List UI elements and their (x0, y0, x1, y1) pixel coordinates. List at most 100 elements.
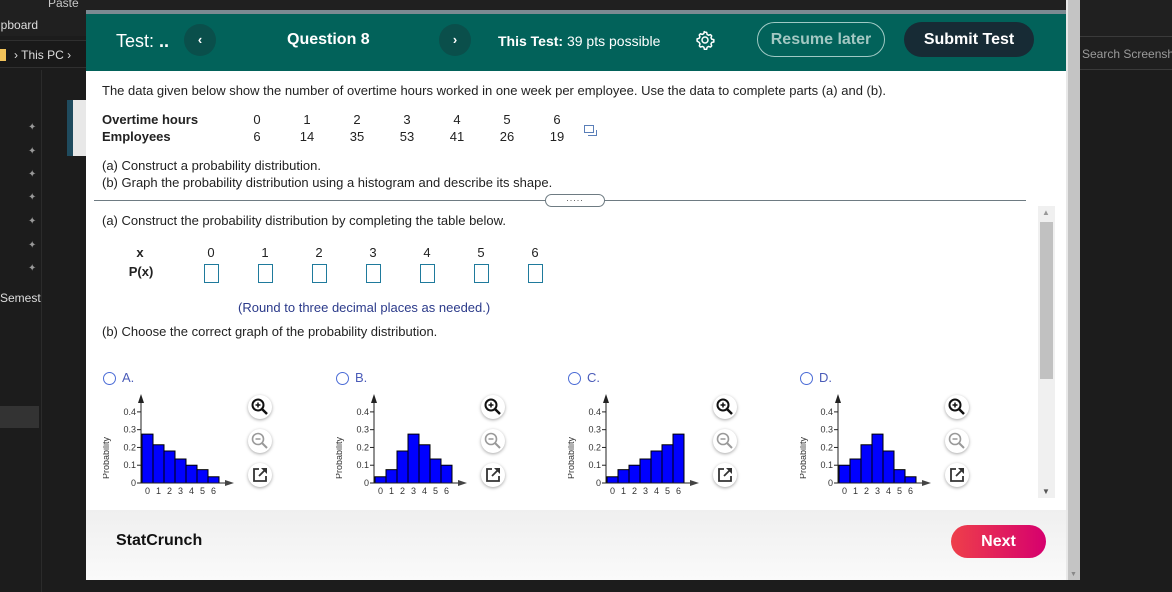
nav-item-semester[interactable]: Semest (0, 291, 41, 305)
y-tick-label: 0.3 (820, 425, 833, 435)
pin-icon[interactable]: ✦ (28, 122, 36, 133)
option-b[interactable]: B. Probability 0 1 2 3 4 5 6 0 0.1 0.2 0.3 0.4 (336, 366, 556, 511)
x-tick-label: 3 (411, 486, 416, 496)
hours-cell: 5 (503, 112, 511, 127)
zoom-out-icon[interactable] (945, 429, 969, 453)
option-label[interactable]: A. (122, 370, 134, 385)
resume-later-button[interactable]: Resume later (757, 22, 885, 57)
statcrunch-link[interactable]: StatCrunch (116, 532, 202, 550)
explorer-nav-pane: ✦ ✦ ✦ ✦ ✦ ✦ ✦ (0, 70, 42, 592)
y-tick-label: 0.2 (588, 442, 601, 452)
paste-label[interactable]: Paste (48, 0, 79, 10)
previous-question-button[interactable]: ‹ (184, 24, 216, 56)
copy-data-icon[interactable] (584, 125, 597, 136)
zoom-in-icon[interactable] (945, 395, 969, 419)
scroll-down-icon[interactable]: ▼ (1042, 487, 1050, 496)
open-external-icon[interactable] (945, 463, 969, 487)
radio-button[interactable] (800, 372, 813, 385)
histogram-bar (871, 433, 884, 484)
open-external-icon[interactable] (248, 463, 272, 487)
scrollbar-thumb[interactable] (1040, 222, 1053, 379)
histogram-bar (385, 469, 398, 484)
probability-input[interactable] (204, 264, 219, 283)
radio-button[interactable] (336, 372, 349, 385)
zoom-out-icon[interactable] (713, 429, 737, 453)
pin-icon[interactable]: ✦ (28, 146, 36, 157)
histogram-bar (661, 444, 674, 484)
x-tick-label: 5 (897, 486, 902, 496)
option-c[interactable]: C. Probability 0 1 2 3 4 5 6 0 0.1 0.2 0.3 0.4 (568, 366, 788, 511)
open-external-icon[interactable] (481, 463, 505, 487)
question-intro: The data given below show the number of … (102, 83, 887, 98)
histogram-bar (893, 469, 906, 484)
option-label[interactable]: D. (819, 370, 832, 385)
probability-input[interactable] (258, 264, 273, 283)
x-tick-label: 1 (389, 486, 394, 496)
hours-cell: 0 (253, 112, 261, 127)
zoom-out-icon[interactable] (481, 429, 505, 453)
y-axis-label: Probability (800, 436, 808, 479)
scroll-up-icon[interactable]: ▲ (1042, 208, 1050, 217)
pin-icon[interactable]: ✦ (28, 240, 36, 251)
test-window: Test: .. ‹ Question 8 › This Test: 39 pt… (86, 10, 1066, 580)
zoom-out-icon[interactable] (248, 429, 272, 453)
nav-selected-item[interactable] (0, 406, 39, 428)
histogram-bar (196, 469, 209, 484)
x-value: 3 (369, 245, 377, 260)
radio-button[interactable] (103, 372, 116, 385)
part-a-instruction: (a) Construct a probability distribution… (102, 158, 321, 173)
next-question-button[interactable]: › (439, 24, 471, 56)
pin-icon[interactable]: ✦ (28, 263, 36, 274)
pin-icon[interactable]: ✦ (28, 216, 36, 227)
hours-cell: 2 (353, 112, 361, 127)
px-header: P(x) (128, 264, 154, 279)
probability-input[interactable] (474, 264, 489, 283)
part-b-prompt: (b) Choose the correct graph of the prob… (102, 324, 438, 339)
table-row-label-hours: Overtime hours (102, 112, 199, 127)
pin-icon[interactable]: ✦ (28, 169, 36, 180)
submit-test-button[interactable]: Submit Test (904, 22, 1034, 57)
search-box[interactable]: Search Screenshots (1080, 36, 1172, 70)
next-button[interactable]: Next (951, 525, 1046, 558)
thumbnail-strip (67, 100, 73, 156)
probability-input[interactable] (420, 264, 435, 283)
y-axis-arrow (603, 394, 609, 403)
x-tick-label: 0 (145, 486, 150, 496)
question-content: The data given below show the number of … (86, 71, 1066, 520)
histogram-bar (650, 450, 663, 484)
expand-toggle[interactable]: ..... (545, 194, 605, 207)
radio-button[interactable] (568, 372, 581, 385)
probability-input[interactable] (528, 264, 543, 283)
probability-input[interactable] (312, 264, 327, 283)
histogram-bar (882, 450, 895, 484)
y-tick-label: 0.3 (356, 425, 369, 435)
y-axis-label: Probability (336, 436, 344, 479)
employees-cell: 53 (399, 129, 415, 144)
zoom-in-icon[interactable] (481, 395, 505, 419)
x-tick-label: 4 (422, 486, 427, 496)
employees-cell: 6 (253, 129, 261, 144)
histogram-bar (849, 458, 862, 484)
probability-input[interactable] (366, 264, 381, 283)
hours-cell: 1 (303, 112, 311, 127)
option-a[interactable]: A. Probability 0 1 2 3 4 5 6 0 0.1 0.2 0.3 0.4 (103, 366, 323, 511)
outer-scrollbar[interactable]: ▼ (1066, 0, 1080, 580)
address-text[interactable]: › This PC › (14, 48, 71, 62)
pin-icon[interactable]: ✦ (28, 192, 36, 203)
x-tick-label: 0 (378, 486, 383, 496)
scroll-down-icon[interactable]: ▼ (1070, 571, 1077, 578)
option-label[interactable]: B. (355, 370, 367, 385)
open-external-icon[interactable] (713, 463, 737, 487)
zoom-in-icon[interactable] (248, 395, 272, 419)
clipboard-label: ipboard (0, 18, 39, 32)
zoom-in-icon[interactable] (713, 395, 737, 419)
gear-icon[interactable] (695, 30, 715, 50)
address-this-pc[interactable]: This PC (21, 48, 64, 62)
option-d[interactable]: D. Probability 0 1 2 3 4 5 6 0 0.1 0.2 0.3 0.4 (800, 366, 1020, 511)
y-tick-label: 0.4 (588, 407, 601, 417)
explorer-address-bar[interactable]: › This PC › (0, 40, 86, 68)
option-label[interactable]: C. (587, 370, 600, 385)
content-scrollbar[interactable]: ▲ ▼ (1038, 206, 1055, 498)
x-header: x (136, 245, 144, 260)
file-thumbnail[interactable] (67, 100, 86, 156)
